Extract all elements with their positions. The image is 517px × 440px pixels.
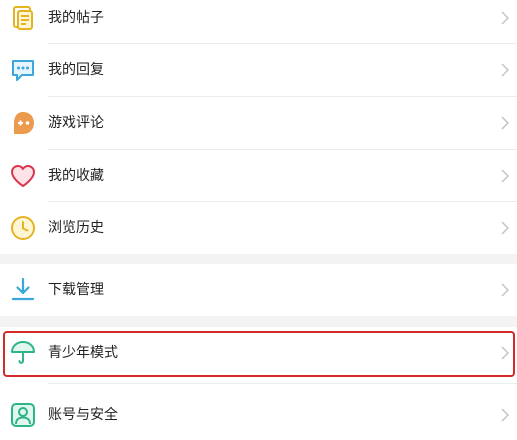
menu-item-label: 浏览历史	[48, 220, 104, 236]
menu-item-account-security[interactable]: 账号与安全	[0, 389, 517, 440]
menu-item-my-favorites[interactable]: 我的收藏	[0, 150, 517, 202]
menu-group-content: 我的帖子 我的回复 游戏评论 我的收藏 浏览历史	[0, 0, 517, 254]
chevron-right-icon	[501, 283, 510, 297]
menu-item-label: 我的收藏	[48, 168, 104, 184]
heart-icon	[11, 165, 35, 187]
chevron-right-icon	[501, 169, 510, 183]
menu-item-my-posts[interactable]: 我的帖子	[0, 0, 517, 44]
user-icon	[11, 403, 35, 427]
menu-item-label: 账号与安全	[48, 407, 118, 423]
menu-item-download-manager[interactable]: 下载管理	[0, 264, 517, 316]
chevron-right-icon	[501, 221, 510, 235]
chat-bubble-icon	[12, 60, 34, 81]
divider	[48, 383, 517, 384]
menu-item-game-reviews[interactable]: 游戏评论	[0, 97, 517, 149]
menu-group-settings: 青少年模式 账号与安全	[0, 327, 517, 440]
menu-item-label: 青少年模式	[48, 345, 118, 361]
menu-screen: 我的帖子 我的回复 游戏评论 我的收藏 浏览历史 下载管理 青少年模式 账号与安…	[0, 0, 517, 440]
menu-item-label: 游戏评论	[48, 115, 104, 131]
umbrella-icon	[11, 341, 35, 364]
chevron-right-icon	[501, 63, 510, 77]
document-icon	[13, 6, 33, 30]
menu-item-label: 下载管理	[48, 282, 104, 298]
chevron-right-icon	[501, 408, 510, 422]
download-icon	[11, 277, 35, 301]
chevron-right-icon	[501, 346, 510, 360]
menu-item-label: 我的回复	[48, 62, 104, 78]
menu-item-my-replies[interactable]: 我的回复	[0, 44, 517, 96]
chevron-right-icon	[501, 116, 510, 130]
menu-group-downloads: 下载管理	[0, 264, 517, 316]
chevron-right-icon	[501, 11, 510, 25]
clock-icon	[11, 216, 35, 240]
menu-item-browsing-history[interactable]: 浏览历史	[0, 202, 517, 254]
menu-item-teen-mode[interactable]: 青少年模式	[0, 327, 517, 379]
gamepad-icon	[14, 112, 34, 134]
menu-item-label: 我的帖子	[48, 10, 104, 26]
